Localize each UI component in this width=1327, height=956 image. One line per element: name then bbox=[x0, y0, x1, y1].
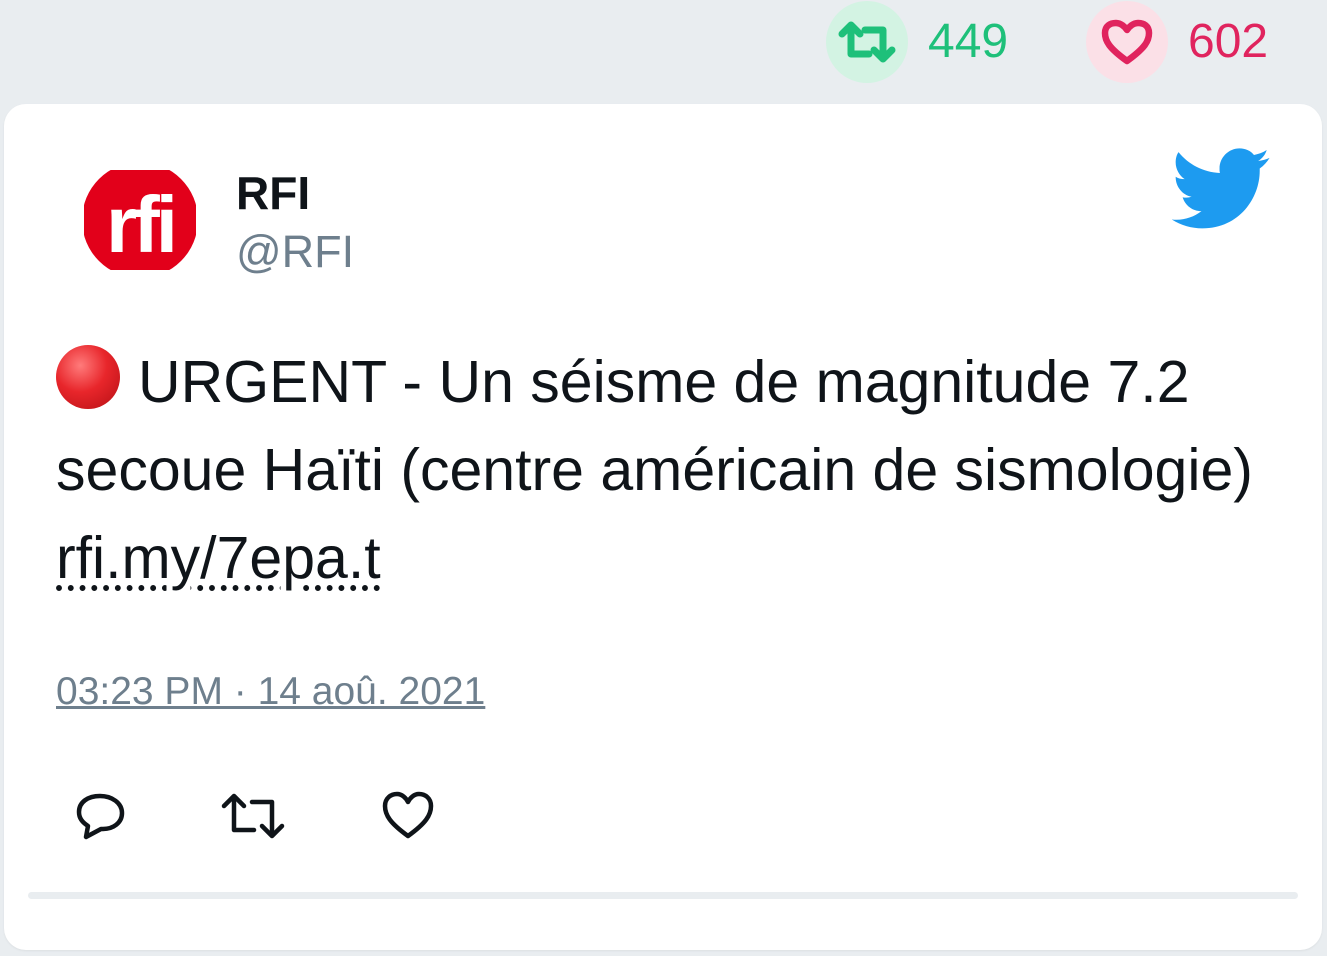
author-handle[interactable]: @RFI bbox=[236, 226, 354, 278]
engagement-stats-bar: 449 602 bbox=[0, 0, 1327, 100]
divider bbox=[28, 892, 1298, 899]
tweet-card: rfi RFI @RFI URGENT - Un séisme de magni… bbox=[4, 104, 1322, 950]
author-name[interactable]: RFI bbox=[236, 166, 310, 220]
tweet-body: URGENT - Un séisme de magnitude 7.2 seco… bbox=[56, 349, 1253, 503]
tweet-timestamp[interactable]: 03:23 PM · 14 aoû. 2021 bbox=[56, 670, 485, 714]
twitter-bird-icon[interactable] bbox=[1171, 148, 1272, 235]
like-stat-icon bbox=[1086, 1, 1168, 83]
retweet-count: 449 bbox=[928, 15, 1009, 68]
reply-icon[interactable] bbox=[74, 788, 130, 844]
retweet-stat[interactable]: 449 bbox=[826, 0, 1008, 84]
retweet-icon[interactable] bbox=[220, 788, 285, 844]
tweet-text: URGENT - Un séisme de magnitude 7.2 seco… bbox=[56, 338, 1286, 602]
like-count: 602 bbox=[1188, 15, 1269, 68]
heart-icon[interactable] bbox=[380, 788, 436, 844]
retweet-stat-icon bbox=[826, 1, 908, 83]
rfi-logo-text: rfi bbox=[106, 180, 174, 269]
tweet-link[interactable]: rfi.my/7epa.t bbox=[56, 525, 381, 591]
like-stat[interactable]: 602 bbox=[1086, 0, 1268, 84]
red-circle-icon bbox=[56, 345, 120, 409]
avatar[interactable]: rfi bbox=[82, 162, 198, 278]
